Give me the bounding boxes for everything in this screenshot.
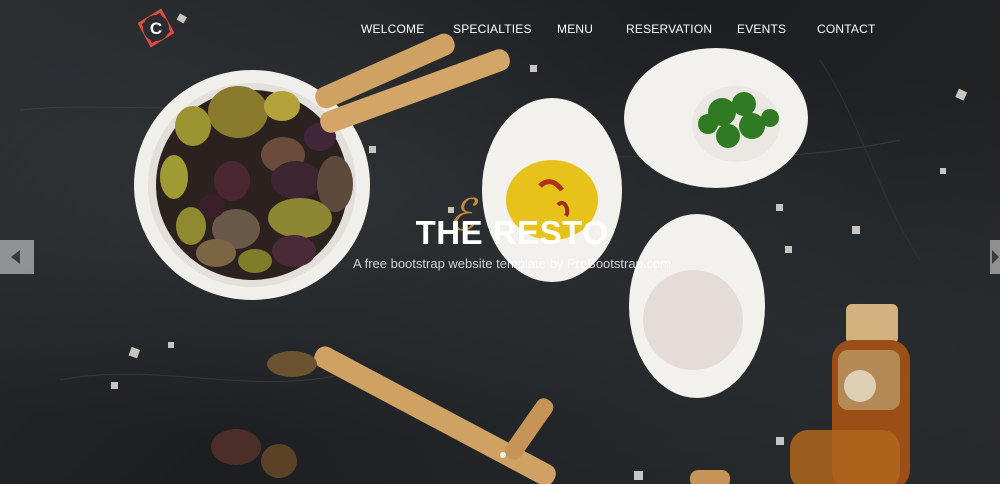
nav-item-specialties[interactable]: SPECIALTIES xyxy=(453,22,532,36)
nav-item-contact[interactable]: CONTACT xyxy=(817,22,876,36)
nav-item-events[interactable]: EVENTS xyxy=(737,22,786,36)
slider-prev-button[interactable] xyxy=(0,240,34,274)
hero-banner: C WELCOME SPECIALTIES MENU RESERVATION E… xyxy=(0,0,1000,484)
chevron-left-icon xyxy=(11,250,20,264)
nav-item-reservation[interactable]: RESERVATION xyxy=(626,22,712,36)
slider-next-button[interactable] xyxy=(990,240,1000,274)
nav-item-menu[interactable]: MENU xyxy=(557,22,593,36)
hero-title: THE RESTO xyxy=(415,214,609,251)
slider-dot-active[interactable] xyxy=(500,452,506,458)
main-nav: WELCOME SPECIALTIES MENU RESERVATION EVE… xyxy=(0,22,1000,38)
nav-item-welcome[interactable]: WELCOME xyxy=(361,22,424,36)
hero-subtitle: A free bootstrap website template by Pro… xyxy=(353,256,671,271)
chevron-right-icon xyxy=(992,250,999,264)
